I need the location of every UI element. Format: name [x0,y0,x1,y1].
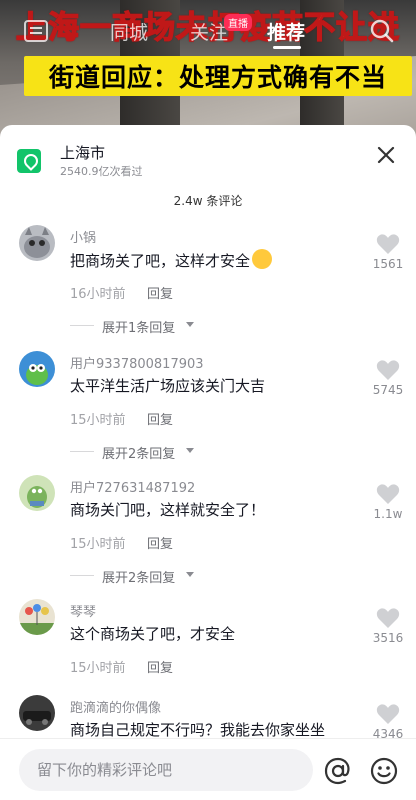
comment-username[interactable]: 小锅 [70,227,96,246]
like-count: 5745 [372,383,404,397]
reply-button[interactable]: 回复 [147,283,173,302]
comment-username[interactable]: 琴琴 [70,601,96,620]
comment-time: 15小时前 [70,413,126,428]
location-header[interactable]: 上海市 2540.9亿次看过 [0,125,416,189]
comment-text-content: 把商场关了吧，这样才安全 [70,252,251,270]
like-button[interactable]: 5745 [365,359,411,397]
emoji-icon[interactable] [369,756,399,786]
search-icon[interactable] [369,18,395,44]
reply-button[interactable]: 回复 [147,409,173,428]
live-badge: 直播 [224,14,252,31]
heart-icon [376,234,400,254]
close-icon[interactable] [374,143,398,167]
at-mention-icon[interactable] [323,756,353,786]
video-subtitle: 街道回应：处理方式确有不当 [48,63,387,92]
comment-username[interactable]: 跑滴滴的你偶像 [70,697,161,716]
divider-line [70,325,94,326]
avatar[interactable] [19,225,55,261]
comment-text: 太平洋生活广场应该关门大吉 [70,377,266,395]
expand-replies-label: 展开1条回复 [102,321,176,336]
location-name: 上海市 [60,144,106,162]
location-views: 2540.9亿次看过 [60,165,143,178]
emoji-icon [252,249,273,269]
like-button[interactable]: 3516 [365,607,411,645]
comment-input-bar [0,738,416,800]
chevron-down-icon [186,572,194,577]
like-count: 3516 [372,631,404,645]
top-navigation: 同城 关注 直播 推荐 [0,14,416,50]
location-pin-icon [17,149,41,173]
chevron-down-icon [186,322,194,327]
like-button[interactable]: 1561 [365,233,411,271]
reply-button[interactable]: 回复 [147,533,173,552]
comment-text: 把商场关了吧，这样才安全 [70,249,273,271]
comment-username[interactable]: 用户9337800817903 [70,353,204,372]
chevron-down-icon [186,448,194,453]
comment-username[interactable]: 用户727631487192 [70,477,195,496]
divider-line [70,575,94,576]
avatar[interactable] [19,599,55,635]
comment-count: 2.4w 条评论 [173,194,243,208]
tab-recommended[interactable]: 推荐 [267,18,305,45]
tab-following[interactable]: 关注 [190,18,228,45]
like-button[interactable]: 4346 [365,703,411,741]
avatar[interactable] [19,475,55,511]
active-tab-indicator [273,46,301,49]
like-button[interactable]: 1.1w [365,483,411,521]
like-count: 1.1w [373,507,403,521]
comment-input[interactable] [19,749,313,791]
heart-icon [376,360,400,380]
comment-time: 16小时前 [70,287,126,302]
heart-icon [376,704,400,724]
comment-text: 商场自己规定不行吗？我能去你家坐坐 [70,721,326,739]
comment-text: 这个商场关了吧，才安全 [70,625,236,643]
heart-icon [376,484,400,504]
avatar[interactable] [19,351,55,387]
menu-icon[interactable] [24,20,48,42]
comment-time: 15小时前 [70,661,126,676]
comment-time: 15小时前 [70,537,126,552]
reply-button[interactable]: 回复 [147,657,173,676]
expand-replies-label: 展开2条回复 [102,571,176,586]
expand-replies-label: 展开2条回复 [102,447,176,462]
heart-icon [376,608,400,628]
comment-text: 商场关门吧，这样就安全了！ [70,501,266,519]
comment-panel: 上海市 2540.9亿次看过 2.4w 条评论 小锅 把商场关了吧，这样才安全 … [0,125,416,800]
tab-nearby[interactable]: 同城 [110,18,148,45]
like-count: 1561 [372,257,404,271]
avatar[interactable] [19,695,55,731]
divider-line [70,451,94,452]
video-subtitle-bar: 街道回应：处理方式确有不当 [24,56,412,96]
